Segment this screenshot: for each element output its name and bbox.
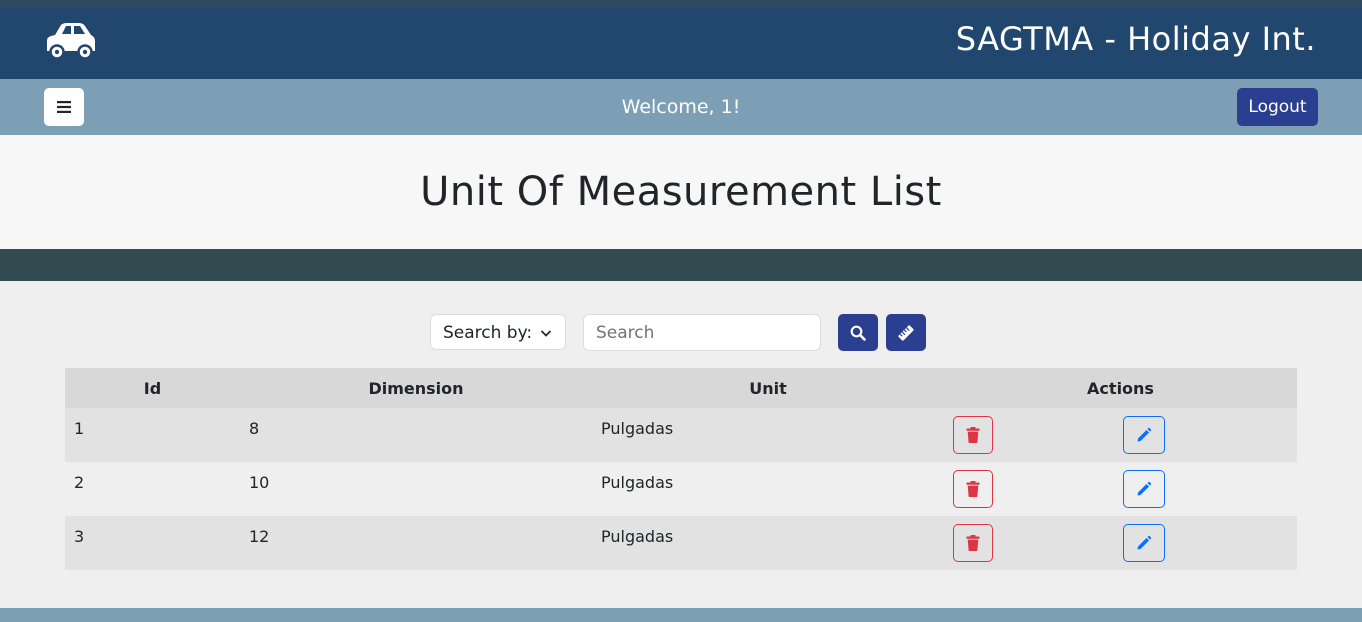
delete-button[interactable] (953, 524, 993, 562)
cell-id: 3 (65, 516, 240, 570)
chevron-down-icon (540, 330, 552, 337)
cell-id: 1 (65, 408, 240, 462)
pencil-icon (1137, 535, 1152, 550)
edit-button[interactable] (1123, 416, 1165, 454)
cell-unit: Pulgadas (592, 462, 944, 516)
search-icon (850, 325, 866, 341)
table-row: 2 10 Pulgadas (65, 462, 1297, 516)
section-divider (0, 249, 1362, 281)
trash-icon (966, 427, 980, 443)
pencil-icon (1137, 481, 1152, 496)
search-input[interactable] (583, 314, 821, 351)
table-row: 3 12 Pulgadas (65, 516, 1297, 570)
page-title: Unit Of Measurement List (420, 169, 942, 215)
page-title-band: Unit Of Measurement List (0, 135, 1362, 249)
column-header-id: Id (65, 368, 240, 408)
table-row: 1 8 Pulgadas (65, 408, 1297, 462)
cell-dimension: 8 (240, 408, 592, 462)
top-navbar: Welcome, 1! Logout (0, 79, 1362, 135)
search-button[interactable] (838, 314, 878, 351)
units-button[interactable] (886, 314, 926, 351)
column-header-actions: Actions (944, 368, 1297, 408)
edit-button[interactable] (1123, 524, 1165, 562)
delete-button[interactable] (953, 470, 993, 508)
table-header-row: Id Dimension Unit Actions (65, 368, 1297, 408)
cell-actions (944, 462, 1297, 516)
page-footer (0, 608, 1362, 622)
trash-icon (966, 535, 980, 551)
column-header-unit: Unit (592, 368, 944, 408)
car-icon (47, 23, 95, 59)
search-by-select[interactable]: Search by: (430, 314, 566, 350)
cell-id: 2 (65, 462, 240, 516)
uom-table: Id Dimension Unit Actions 1 8 Pulgadas 2… (65, 368, 1297, 570)
menu-toggle-button[interactable] (44, 88, 84, 126)
edit-button[interactable] (1123, 470, 1165, 508)
welcome-text: Welcome, 1! (621, 96, 741, 118)
cell-dimension: 10 (240, 462, 592, 516)
column-header-dimension: Dimension (240, 368, 592, 408)
cell-unit: Pulgadas (592, 408, 944, 462)
pencil-icon (1137, 427, 1152, 442)
uom-table-container: Id Dimension Unit Actions 1 8 Pulgadas 2… (65, 368, 1297, 570)
delete-button[interactable] (953, 416, 993, 454)
top-strip (0, 0, 1362, 8)
logout-button[interactable]: Logout (1237, 88, 1318, 126)
cell-dimension: 12 (240, 516, 592, 570)
search-by-label: Search by: (443, 323, 533, 343)
cell-actions (944, 408, 1297, 462)
search-bar: Search by: (0, 314, 1362, 352)
hamburger-icon (57, 101, 71, 113)
cell-unit: Pulgadas (592, 516, 944, 570)
ruler-icon (898, 324, 914, 341)
app-header: SAGTMA - Holiday Int. (0, 8, 1362, 79)
app-brand-title: SAGTMA - Holiday Int. (955, 20, 1316, 58)
cell-actions (944, 516, 1297, 570)
trash-icon (966, 481, 980, 497)
